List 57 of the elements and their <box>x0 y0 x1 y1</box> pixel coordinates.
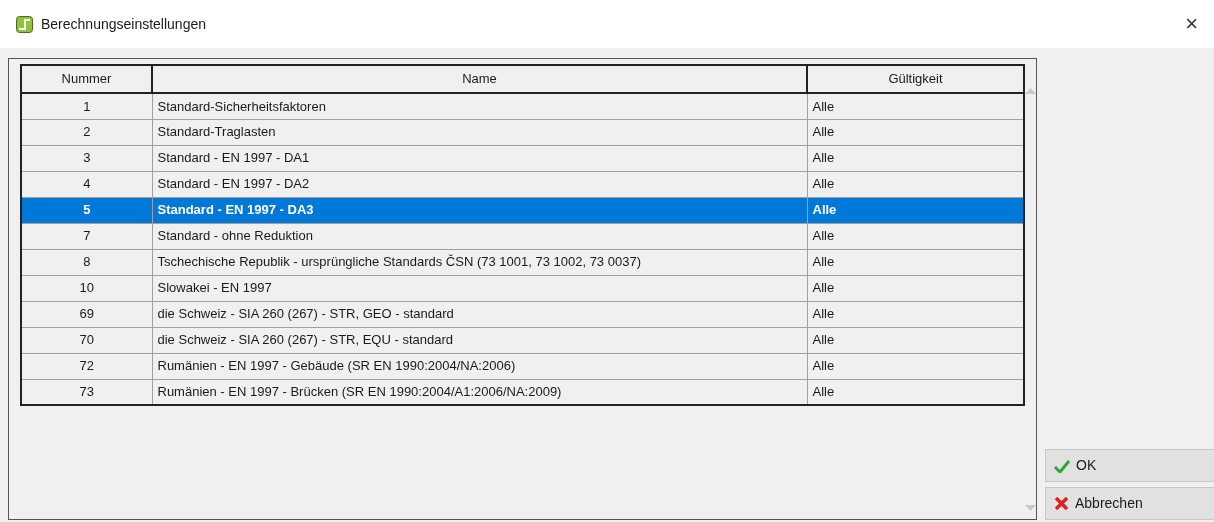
table-cell: 70 <box>21 327 152 353</box>
window-title: Berechnungseinstellungen <box>41 14 206 34</box>
table-cell: 8 <box>21 249 152 275</box>
table-cell: Alle <box>807 249 1024 275</box>
checkmark-icon <box>1054 458 1070 473</box>
table-cell: Rumänien - EN 1997 - Brücken (SR EN 1990:2004/A1:2006/NA:2009) <box>152 379 807 405</box>
table-cell: Alle <box>807 119 1024 145</box>
table-cell: Alle <box>807 275 1024 301</box>
ok-button[interactable]: OK <box>1045 449 1214 482</box>
table-cell: Alle <box>807 223 1024 249</box>
table-row[interactable]: 1 Standard-Sicherheitsfaktoren Alle <box>21 93 1024 119</box>
table-cell: Standard-Traglasten <box>152 119 807 145</box>
table-cell: 5 <box>21 197 152 223</box>
column-header[interactable]: Nummer <box>21 65 152 93</box>
table-cell: Standard - EN 1997 - DA2 <box>152 171 807 197</box>
table-row[interactable]: 8 Tschechische Republik - ursprüngliche Standards ČSN (73 1001, 73 1002, 73 0037) Alle <box>21 249 1024 275</box>
table-cell: Alle <box>807 353 1024 379</box>
table-row[interactable]: 72 Rumänien - EN 1997 - Gebäude (SR EN 1990:2004/NA:2006) Alle <box>21 353 1024 379</box>
table-row[interactable]: 70 die Schweiz - SIA 260 (267) - STR, EQU - standard Alle <box>21 327 1024 353</box>
table-cell: Alle <box>807 93 1024 119</box>
table-row[interactable]: 5 Standard - EN 1997 - DA3 Alle <box>21 197 1024 223</box>
table-cell: 1 <box>21 93 152 119</box>
table-cell: Slowakei - EN 1997 <box>152 275 807 301</box>
table-row[interactable]: 3 Standard - EN 1997 - DA1 Alle <box>21 145 1024 171</box>
table-cell: 3 <box>21 145 152 171</box>
table-row[interactable]: 73 Rumänien - EN 1997 - Brücken (SR EN 1990:2004/A1:2006/NA:2009) Alle <box>21 379 1024 405</box>
table-cell: Alle <box>807 197 1024 223</box>
table-cell: Tschechische Republik - ursprüngliche Standards ČSN (73 1001, 73 1002, 73 0037) <box>152 249 807 275</box>
table-cell: Standard - ohne Reduktion <box>152 223 807 249</box>
table-cell: Standard - EN 1997 - DA1 <box>152 145 807 171</box>
cross-icon <box>1054 496 1069 511</box>
table-cell: 10 <box>21 275 152 301</box>
column-header[interactable]: Gültigkeit <box>807 65 1024 93</box>
table-cell: die Schweiz - SIA 260 (267) - STR, EQU - standard <box>152 327 807 353</box>
cancel-button[interactable]: Abbrechen <box>1045 487 1214 520</box>
table-row[interactable]: 7 Standard - ohne Reduktion Alle <box>21 223 1024 249</box>
table-cell: Standard-Sicherheitsfaktoren <box>152 93 807 119</box>
close-button[interactable]: × <box>1185 13 1198 35</box>
table-cell: 72 <box>21 353 152 379</box>
scroll-up-arrow-icon[interactable] <box>1025 88 1036 94</box>
app-icon <box>16 15 33 33</box>
table-cell: Alle <box>807 379 1024 405</box>
table-cell: Standard - EN 1997 - DA3 <box>152 197 807 223</box>
table-cell: die Schweiz - SIA 260 (267) - STR, GEO - standard <box>152 301 807 327</box>
table-cell: Alle <box>807 145 1024 171</box>
table-cell: 7 <box>21 223 152 249</box>
table-row[interactable]: 69 die Schweiz - SIA 260 (267) - STR, GEO - standard Alle <box>21 301 1024 327</box>
scroll-down-arrow-icon[interactable] <box>1025 505 1036 511</box>
table-cell: 2 <box>21 119 152 145</box>
table-row[interactable]: 10 Slowakei - EN 1997 Alle <box>21 275 1024 301</box>
table-cell: Alle <box>807 327 1024 353</box>
table-cell: Alle <box>807 301 1024 327</box>
table-row[interactable]: 2 Standard-Traglasten Alle <box>21 119 1024 145</box>
table-cell: 69 <box>21 301 152 327</box>
table-cell: 73 <box>21 379 152 405</box>
table-cell: Rumänien - EN 1997 - Gebäude (SR EN 1990:2004/NA:2006) <box>152 353 807 379</box>
column-header[interactable]: Name <box>152 65 807 93</box>
